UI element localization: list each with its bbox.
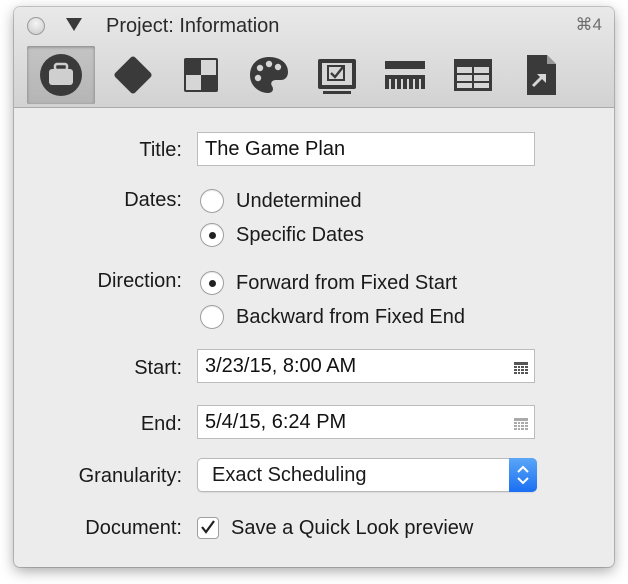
tool-attachments[interactable] bbox=[507, 46, 575, 104]
direction-label: Direction: bbox=[97, 270, 182, 292]
tool-project-info[interactable] bbox=[27, 46, 95, 104]
tool-milestone[interactable] bbox=[99, 46, 167, 104]
quicklook-option[interactable]: Save a Quick Look preview bbox=[197, 514, 473, 542]
dates-label: Dates: bbox=[124, 189, 182, 211]
start-label: Start: bbox=[134, 357, 182, 379]
tool-task[interactable] bbox=[303, 46, 371, 104]
quicklook-checkbox[interactable] bbox=[197, 517, 219, 539]
disclosure-triangle-icon[interactable] bbox=[66, 18, 82, 31]
checker-icon bbox=[181, 55, 221, 95]
direction-forward-option[interactable]: Forward from Fixed Start bbox=[200, 269, 457, 297]
calendar-icon[interactable] bbox=[514, 359, 528, 374]
start-date-value: 3/23/15, 8:00 AM bbox=[205, 355, 357, 377]
direction-backward-radio[interactable] bbox=[200, 305, 224, 329]
close-button[interactable] bbox=[27, 17, 45, 35]
quicklook-label: Save a Quick Look preview bbox=[231, 516, 474, 539]
granularity-label: Granularity: bbox=[78, 465, 182, 487]
diamond-icon bbox=[110, 52, 156, 98]
inspector-window: Project: Information ⌘4 Title: The Game … bbox=[14, 7, 614, 567]
title-label: Title: bbox=[139, 139, 182, 161]
dates-undetermined-radio[interactable] bbox=[200, 189, 224, 213]
tool-styles[interactable] bbox=[235, 46, 303, 104]
document-label: Document: bbox=[85, 517, 182, 539]
title-field[interactable]: The Game Plan bbox=[197, 132, 535, 166]
dates-specific-radio[interactable] bbox=[200, 223, 224, 247]
calendar-icon[interactable] bbox=[514, 415, 528, 430]
start-date-field[interactable]: 3/23/15, 8:00 AM bbox=[197, 349, 535, 383]
table-icon bbox=[451, 55, 495, 95]
checklist-icon bbox=[315, 55, 359, 95]
granularity-popup[interactable]: Exact Scheduling bbox=[197, 458, 537, 492]
popup-arrows-icon[interactable] bbox=[509, 458, 537, 492]
alias-document-icon bbox=[521, 52, 561, 98]
window-title: Project: Information bbox=[106, 15, 280, 37]
dates-undetermined-option[interactable]: Undetermined bbox=[200, 187, 362, 215]
end-date-value: 5/4/15, 6:24 PM bbox=[205, 411, 347, 433]
checkmark-icon bbox=[201, 520, 215, 534]
project-info-form: Title: The Game Plan Dates: Undetermined… bbox=[14, 108, 614, 567]
inspector-toolbar bbox=[21, 46, 611, 104]
end-label: End: bbox=[140, 413, 182, 435]
dates-undetermined-label: Undetermined bbox=[236, 189, 362, 212]
palette-icon bbox=[247, 53, 291, 97]
end-date-field[interactable]: 5/4/15, 6:24 PM bbox=[197, 405, 535, 439]
direction-forward-label: Forward from Fixed Start bbox=[236, 271, 458, 294]
direction-backward-option[interactable]: Backward from Fixed End bbox=[200, 303, 465, 331]
title-bar: Project: Information ⌘4 bbox=[14, 7, 614, 108]
tool-columns[interactable] bbox=[439, 46, 507, 104]
ruler-icon bbox=[382, 55, 428, 95]
tool-layout[interactable] bbox=[167, 46, 235, 104]
dates-specific-label: Specific Dates bbox=[236, 223, 364, 246]
tool-scheduling[interactable] bbox=[371, 46, 439, 104]
dates-specific-option[interactable]: Specific Dates bbox=[200, 221, 364, 249]
keyboard-shortcut: ⌘4 bbox=[575, 15, 602, 34]
granularity-value: Exact Scheduling bbox=[212, 464, 367, 486]
briefcase-icon bbox=[36, 50, 86, 100]
direction-forward-radio[interactable] bbox=[200, 271, 224, 295]
direction-backward-label: Backward from Fixed End bbox=[236, 305, 465, 328]
